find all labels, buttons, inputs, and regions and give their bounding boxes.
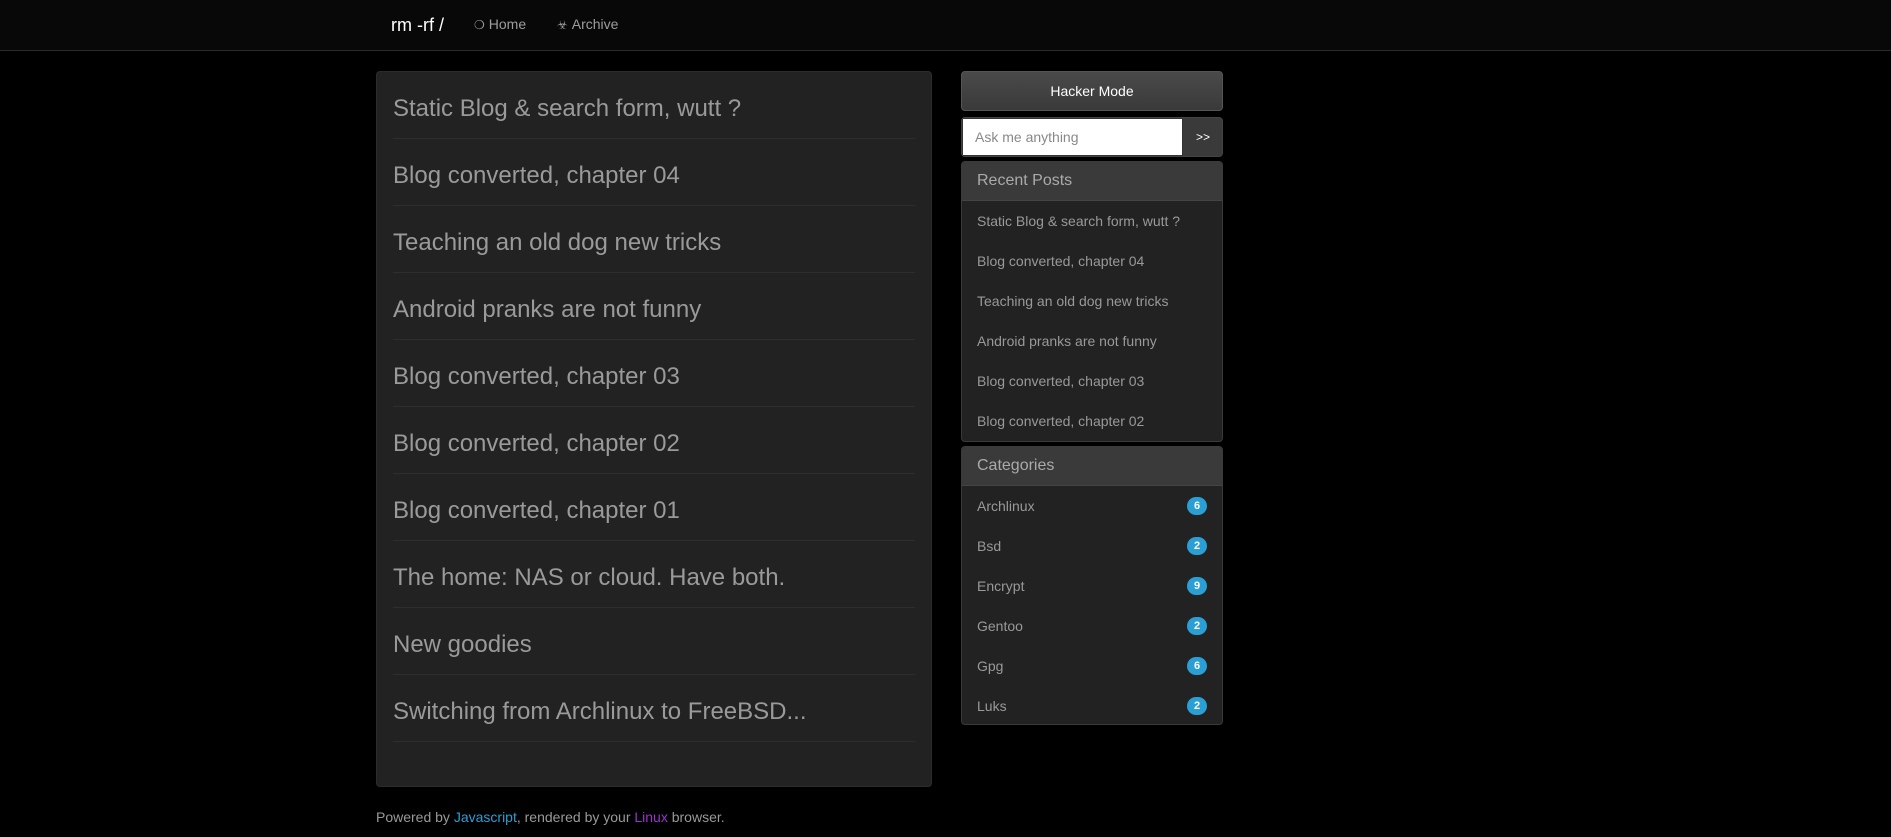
- search-form: >>: [961, 117, 1223, 157]
- category-name: Bsd: [977, 538, 1002, 554]
- circle-icon: ❍: [474, 18, 485, 32]
- top-navbar: rm -rf / ❍ Home ☣ Archive: [0, 0, 1891, 51]
- post-list-panel: Static Blog & search form, wutt ? Blog c…: [376, 71, 932, 787]
- post-item: New goodies: [393, 608, 915, 675]
- category-link[interactable]: Gpg 6: [962, 646, 1222, 686]
- recent-post-link[interactable]: Static Blog & search form, wutt ?: [962, 201, 1222, 241]
- footer-middle: , rendered by your: [516, 809, 635, 825]
- hacker-mode-button[interactable]: Hacker Mode: [961, 71, 1223, 111]
- post-title-link[interactable]: Teaching an old dog new tricks: [393, 229, 721, 257]
- post-item: Blog converted, chapter 03: [393, 340, 915, 407]
- recent-post-link[interactable]: Blog converted, chapter 04: [962, 241, 1222, 281]
- post-title-link[interactable]: Switching from Archlinux to FreeBSD...: [393, 698, 806, 726]
- category-link[interactable]: Luks 2: [962, 686, 1222, 724]
- recent-posts-heading: Recent Posts: [962, 162, 1222, 201]
- post-title-link[interactable]: New goodies: [393, 631, 532, 659]
- post-item: Blog converted, chapter 04: [393, 139, 915, 206]
- recent-post-link[interactable]: Blog converted, chapter 02: [962, 401, 1222, 441]
- category-link[interactable]: Archlinux 6: [962, 486, 1222, 526]
- post-item: The home: NAS or cloud. Have both.: [393, 541, 915, 608]
- category-count-badge: 2: [1187, 697, 1207, 715]
- recent-post-link[interactable]: Android pranks are not funny: [962, 321, 1222, 361]
- post-item: Static Blog & search form, wutt ?: [393, 72, 915, 139]
- category-count-badge: 2: [1187, 617, 1207, 635]
- post-title-link[interactable]: The home: NAS or cloud. Have both.: [393, 564, 785, 592]
- category-count-badge: 6: [1187, 497, 1207, 515]
- category-link[interactable]: Encrypt 9: [962, 566, 1222, 606]
- category-name: Archlinux: [977, 498, 1035, 514]
- search-input[interactable]: [963, 119, 1182, 155]
- brand-link[interactable]: rm -rf /: [391, 13, 444, 37]
- nav-home-link[interactable]: ❍ Home: [474, 15, 526, 34]
- post-title-link[interactable]: Blog converted, chapter 01: [393, 497, 680, 525]
- nav-home-label: Home: [488, 16, 527, 32]
- nav-archive-link[interactable]: ☣ Archive: [557, 15, 618, 34]
- recent-posts-widget: Recent Posts Static Blog & search form, …: [961, 161, 1223, 442]
- search-submit-button[interactable]: >>: [1183, 118, 1222, 156]
- category-name: Encrypt: [977, 578, 1025, 594]
- category-count-badge: 6: [1187, 657, 1207, 675]
- post-list: Static Blog & search form, wutt ? Blog c…: [393, 72, 915, 742]
- category-name: Gpg: [977, 658, 1004, 674]
- recent-post-link[interactable]: Teaching an old dog new tricks: [962, 281, 1222, 321]
- category-link[interactable]: Bsd 2: [962, 526, 1222, 566]
- javascript-link[interactable]: Javascript: [454, 809, 517, 825]
- categories-heading: Categories: [962, 447, 1222, 486]
- post-title-link[interactable]: Android pranks are not funny: [393, 296, 701, 324]
- post-item: Blog converted, chapter 01: [393, 474, 915, 541]
- category-name: Luks: [977, 698, 1007, 714]
- category-count-badge: 2: [1187, 537, 1207, 555]
- footer: Powered by Javascript, rendered by your …: [376, 807, 725, 827]
- category-name: Gentoo: [977, 618, 1023, 634]
- linux-link[interactable]: Linux: [634, 809, 667, 825]
- categories-widget: Categories Archlinux 6 Bsd 2 Encrypt 9 Gent…: [961, 446, 1223, 725]
- footer-suffix: browser.: [667, 809, 725, 825]
- footer-prefix: Powered by: [376, 809, 454, 825]
- category-count-badge: 9: [1187, 577, 1207, 595]
- post-title-link[interactable]: Blog converted, chapter 02: [393, 430, 680, 458]
- post-item: Teaching an old dog new tricks: [393, 206, 915, 273]
- category-link[interactable]: Gentoo 2: [962, 606, 1222, 646]
- post-item: Blog converted, chapter 02: [393, 407, 915, 474]
- post-title-link[interactable]: Blog converted, chapter 04: [393, 162, 680, 190]
- nav-archive-label: Archive: [571, 16, 619, 32]
- biohazard-icon: ☣: [557, 18, 568, 32]
- recent-post-link[interactable]: Blog converted, chapter 03: [962, 361, 1222, 401]
- post-title-link[interactable]: Blog converted, chapter 03: [393, 363, 680, 391]
- post-title-link[interactable]: Static Blog & search form, wutt ?: [393, 95, 741, 123]
- post-item: Android pranks are not funny: [393, 273, 915, 340]
- post-item: Switching from Archlinux to FreeBSD...: [393, 675, 915, 742]
